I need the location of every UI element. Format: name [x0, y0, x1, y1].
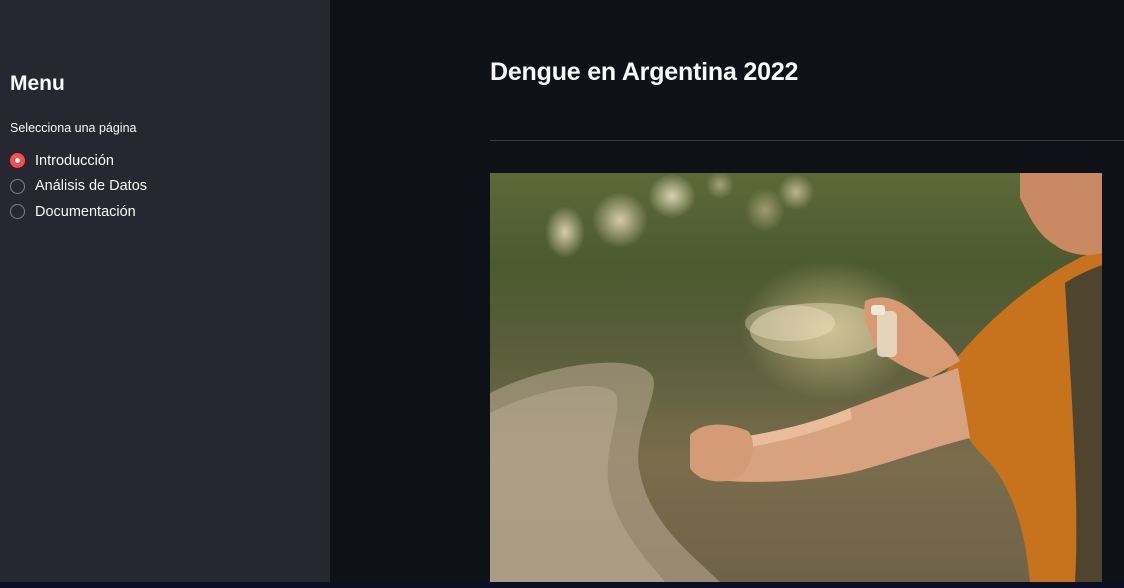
radio-option-analisis-de-datos[interactable]: Análisis de Datos	[10, 174, 147, 200]
hero-image-repellent-spray	[490, 173, 1102, 582]
radio-group-caption: Selecciona una página	[10, 121, 137, 135]
sidebar: Menu Selecciona una página Introducción …	[0, 0, 330, 588]
radio-option-documentacion[interactable]: Documentación	[10, 199, 147, 225]
radio-option-label: Documentación	[35, 203, 136, 220]
radio-selected-icon[interactable]	[10, 153, 25, 169]
radio-option-introduccion[interactable]: Introducción	[10, 148, 147, 174]
radio-unselected-icon[interactable]	[10, 204, 25, 220]
radio-option-label: Introducción	[35, 152, 114, 169]
page-title: Dengue en Argentina 2022	[490, 58, 799, 86]
divider	[490, 140, 1124, 141]
page-radio-group: Introducción Análisis de Datos Documenta…	[10, 148, 147, 225]
radio-option-label: Análisis de Datos	[35, 178, 148, 195]
bottom-strip	[0, 582, 1124, 588]
hero-illustration	[490, 173, 1102, 582]
radio-unselected-icon[interactable]	[10, 178, 25, 194]
sidebar-title: Menu	[10, 72, 65, 95]
